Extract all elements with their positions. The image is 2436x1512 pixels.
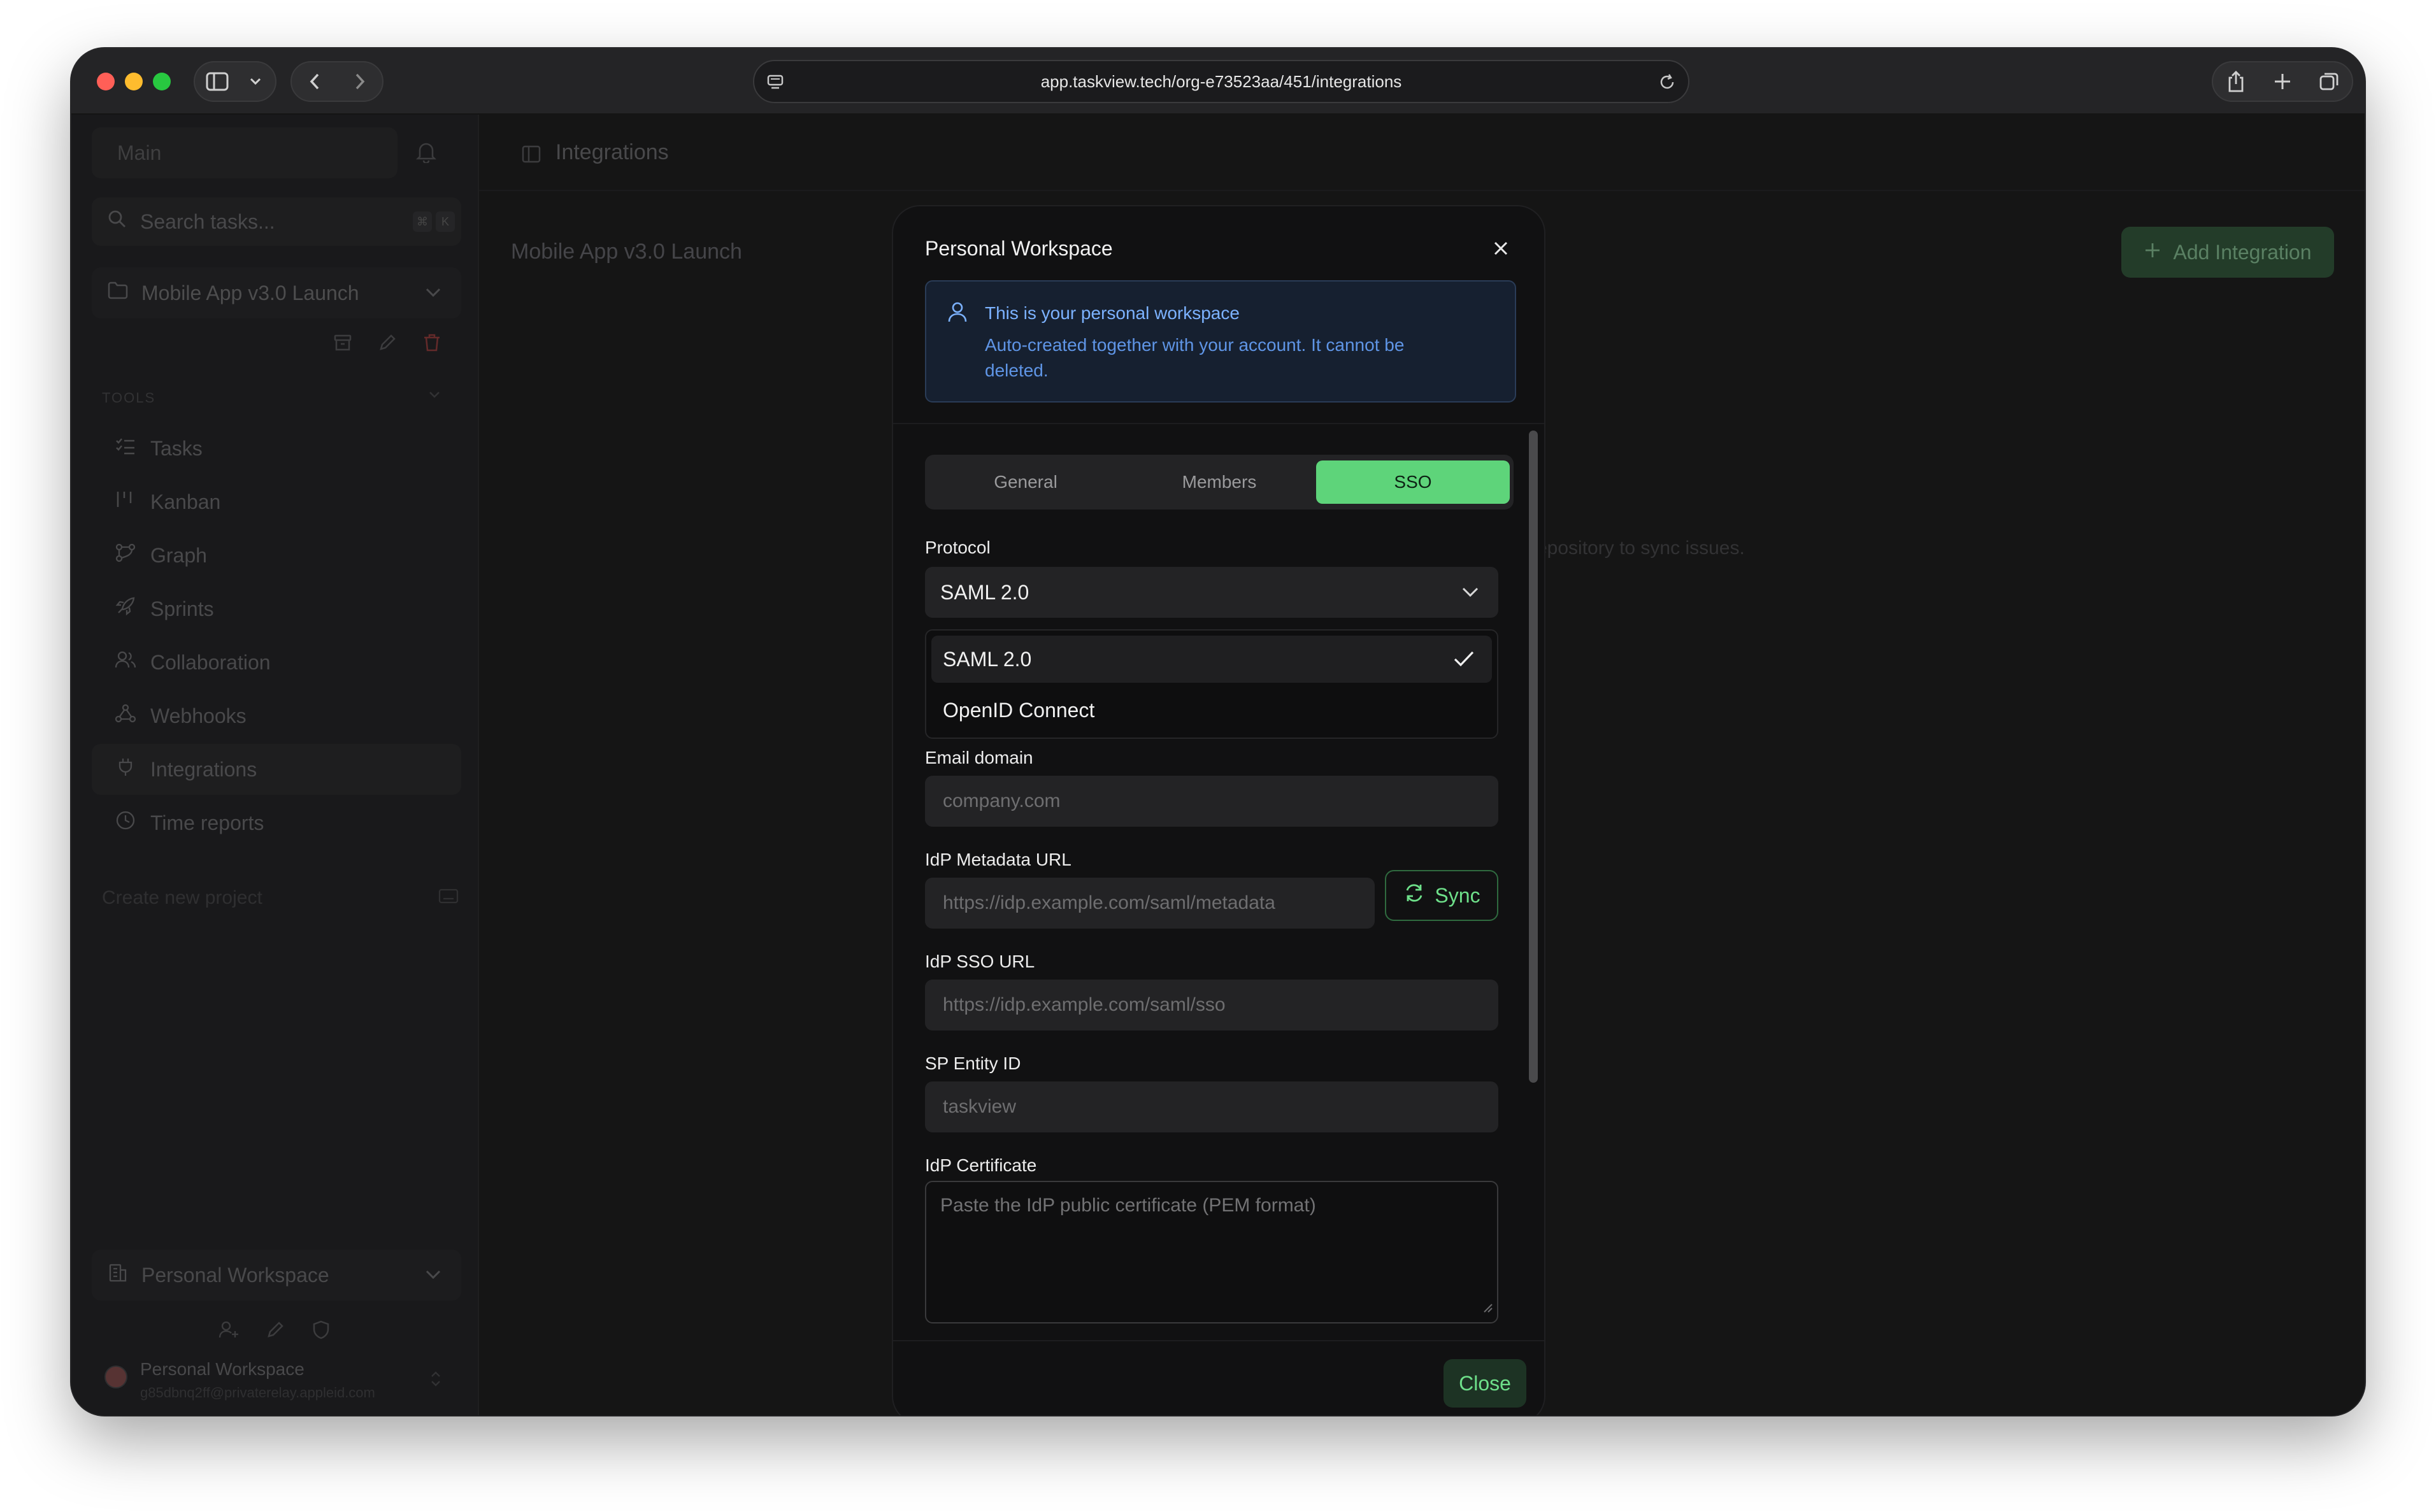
- settings-tabs: General Members SSO: [925, 455, 1514, 510]
- idp-sso-url-label: IdP SSO URL: [925, 952, 1035, 971]
- protocol-dropdown: SAML 2.0 OpenID Connect: [925, 629, 1498, 739]
- protocol-select[interactable]: SAML 2.0: [925, 567, 1498, 618]
- maximize-window-button[interactable]: [153, 73, 171, 90]
- idp-metadata-url-input[interactable]: https://idp.example.com/saml/metadata: [925, 878, 1375, 929]
- sp-entity-id-input[interactable]: taskview: [925, 1081, 1498, 1132]
- idp-metadata-url-label: IdP Metadata URL: [925, 850, 1071, 869]
- resize-handle-icon[interactable]: [1482, 1297, 1493, 1318]
- chevron-down-icon[interactable]: [240, 62, 271, 101]
- option-label: SAML 2.0: [943, 647, 1032, 671]
- option-label: OpenID Connect: [943, 698, 1095, 722]
- site-settings-icon[interactable]: [766, 73, 785, 96]
- share-icon[interactable]: [2213, 62, 2260, 101]
- divider: [893, 1340, 1544, 1341]
- notice-heading: This is your personal workspace: [985, 303, 1240, 323]
- reload-icon[interactable]: [1658, 73, 1677, 96]
- minimize-window-button[interactable]: [125, 73, 143, 90]
- modal-title: Personal Workspace: [925, 237, 1113, 260]
- protocol-option-saml[interactable]: SAML 2.0: [931, 636, 1492, 683]
- idp-sso-url-input[interactable]: https://idp.example.com/saml/sso: [925, 980, 1498, 1031]
- sync-metadata-button[interactable]: Sync: [1385, 870, 1498, 921]
- protocol-option-oidc[interactable]: OpenID Connect: [931, 687, 1492, 734]
- email-domain-label: Email domain: [925, 748, 1033, 767]
- close-window-button[interactable]: [97, 73, 115, 90]
- browser-window: app.taskview.tech/org-e73523aa/451/integ…: [71, 48, 2365, 1415]
- idp-certificate-textarea[interactable]: Paste the IdP public certificate (PEM fo…: [925, 1181, 1498, 1323]
- email-domain-input[interactable]: company.com: [925, 776, 1498, 827]
- protocol-label: Protocol: [925, 538, 991, 557]
- app-root: Main Search tasks... ⌘ K Mobile App v3.0…: [71, 115, 2365, 1415]
- sp-entity-id-label: SP Entity ID: [925, 1053, 1021, 1073]
- scrollbar-thumb[interactable]: [1529, 431, 1538, 1083]
- browser-titlebar: app.taskview.tech/org-e73523aa/451/integ…: [71, 48, 2365, 115]
- new-tab-icon[interactable]: [2260, 62, 2306, 101]
- tab-overview-icon[interactable]: [2305, 62, 2352, 101]
- close-button[interactable]: Close: [1444, 1359, 1526, 1408]
- chevron-down-icon: [1460, 582, 1480, 606]
- sidebar-toggle-icon[interactable]: [195, 62, 240, 101]
- browser-actions-group: [2212, 61, 2353, 102]
- personal-workspace-notice: This is your personal workspace Auto-cre…: [925, 280, 1516, 403]
- tab-general[interactable]: General: [929, 460, 1122, 504]
- workspace-settings-modal: Personal Workspace This is your personal…: [892, 205, 1545, 1415]
- url-text: app.taskview.tech/org-e73523aa/451/integ…: [1040, 71, 1402, 91]
- user-icon: [947, 301, 968, 327]
- notice-body: Auto-created together with your account.…: [985, 335, 1405, 380]
- idp-certificate-placeholder: Paste the IdP public certificate (PEM fo…: [940, 1195, 1316, 1216]
- history-nav-group: [290, 61, 383, 102]
- sidebar-toggle-group[interactable]: [194, 61, 276, 102]
- address-bar[interactable]: app.taskview.tech/org-e73523aa/451/integ…: [753, 60, 1689, 103]
- divider: [893, 423, 1544, 424]
- forward-icon[interactable]: [337, 62, 382, 101]
- close-icon[interactable]: [1492, 239, 1510, 260]
- tab-sso[interactable]: SSO: [1316, 460, 1510, 504]
- sync-label: Sync: [1435, 883, 1480, 907]
- protocol-selected-value: SAML 2.0: [940, 580, 1029, 604]
- idp-certificate-label: IdP Certificate: [925, 1155, 1037, 1175]
- check-icon: [1452, 648, 1475, 674]
- refresh-icon: [1403, 882, 1426, 909]
- back-icon[interactable]: [292, 62, 337, 101]
- tab-members[interactable]: Members: [1122, 460, 1316, 504]
